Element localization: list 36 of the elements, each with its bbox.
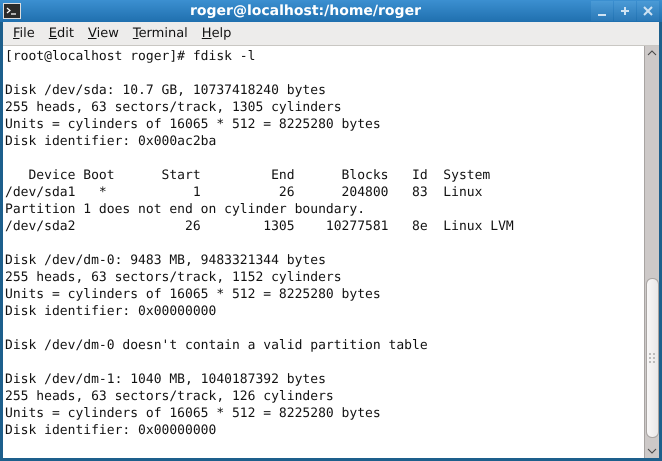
terminal-icon — [3, 3, 21, 19]
terminal-line: Units = cylinders of 16065 * 512 = 8225280 bytes — [5, 286, 382, 303]
menu-item[interactable]: File — [7, 26, 41, 41]
scroll-down-icon[interactable] — [647, 447, 657, 455]
maximize-button[interactable] — [614, 1, 636, 21]
terminal-line: Disk /dev/dm-0: 9483 MB, 9483321344 bytes — [5, 252, 327, 269]
terminal-line: Disk /dev/dm-0 doesn't contain a valid partition table — [5, 337, 429, 354]
terminal-line: Disk identifier: 0x00000000 — [5, 422, 218, 439]
terminal-line: Units = cylinders of 16065 * 512 = 8225280 bytes — [5, 116, 382, 133]
minimize-icon — [597, 14, 607, 16]
terminal-line: /dev/sda1 * 1 26 204800 83 Linux — [5, 184, 484, 201]
close-icon — [643, 6, 653, 16]
scrollbar[interactable] — [644, 46, 659, 458]
terminal-line: Disk identifier: 0x000ac2ba — [5, 133, 218, 150]
window-title: roger@localhost:/home/roger — [189, 3, 422, 19]
terminal-line: 255 heads, 63 sectors/track, 1305 cylinders — [5, 99, 343, 116]
terminal-line: 255 heads, 63 sectors/track, 126 cylinders — [5, 388, 335, 405]
menu-item[interactable]: Edit — [42, 26, 80, 41]
scroll-up-icon[interactable] — [647, 49, 657, 57]
terminal-line: Device Boot Start End Blocks Id System — [27, 167, 492, 184]
menu-item[interactable]: Help — [196, 26, 238, 41]
close-button[interactable] — [637, 1, 659, 21]
terminal-line: Disk identifier: 0x00000000 — [5, 303, 218, 320]
terminal-line: 255 heads, 63 sectors/track, 1152 cylinders — [5, 269, 343, 286]
menu-item[interactable]: View — [82, 26, 125, 41]
terminal-line: Disk /dev/sda: 10.7 GB, 10737418240 bytes — [5, 82, 327, 99]
grip-icon — [649, 353, 655, 363]
scroll-thumb[interactable] — [646, 278, 658, 438]
terminal-line: [root@localhost roger]# fdisk -l — [5, 48, 256, 65]
maximize-icon — [620, 6, 630, 16]
terminal-line: Units = cylinders of 16065 * 512 = 8225280 bytes — [5, 405, 382, 422]
terminal-line: Partition 1 does not end on cylinder boundary. — [5, 201, 366, 218]
terminal-line: Disk /dev/dm-1: 1040 MB, 1040187392 bytes — [5, 371, 327, 388]
menu-item[interactable]: Terminal — [126, 26, 194, 41]
terminal-line: /dev/sda2 26 1305 10277581 8e Linux LVM — [5, 218, 515, 235]
minimize-button[interactable] — [591, 1, 613, 21]
